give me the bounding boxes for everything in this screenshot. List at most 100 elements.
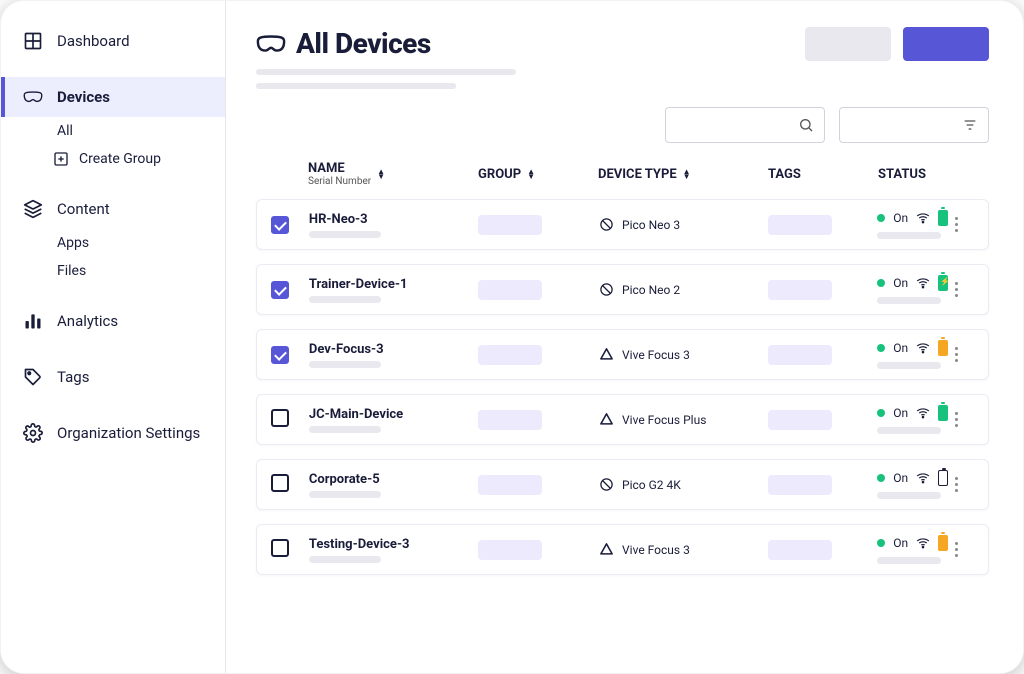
htc-brand-icon: [598, 412, 614, 428]
tag-icon: [23, 367, 43, 387]
device-rows: HR-Neo-3 Pico Neo 3 On: [256, 199, 989, 575]
battery-icon: [938, 340, 948, 356]
status-label: On: [893, 536, 908, 550]
battery-icon: [938, 210, 948, 226]
row-checkbox[interactable]: [271, 281, 289, 299]
pico-brand-icon: [598, 217, 614, 233]
nav-content-files[interactable]: Files: [1, 257, 225, 285]
row-checkbox[interactable]: [271, 539, 289, 557]
row-menu-button[interactable]: [948, 347, 964, 362]
status-dot-icon: [877, 409, 885, 417]
status-label: On: [893, 276, 908, 290]
search-input[interactable]: [665, 107, 825, 143]
device-name: Testing-Device-3: [309, 537, 479, 552]
header-actions: [805, 27, 989, 61]
group-pill: [478, 540, 542, 560]
table-row[interactable]: Testing-Device-3 Vive Focus 3 On: [256, 524, 989, 575]
serial-placeholder: [309, 556, 381, 563]
status-placeholder: [877, 297, 941, 304]
tag-pill: [768, 410, 832, 430]
primary-action-button[interactable]: [903, 27, 989, 61]
nav-content-apps[interactable]: Apps: [1, 229, 225, 257]
status-dot-icon: [877, 539, 885, 547]
th-group[interactable]: GROUP ▲▼: [478, 167, 598, 182]
device-name: JC-Main-Device: [309, 407, 479, 422]
device-type: Pico G2 4K: [622, 478, 681, 492]
status-placeholder: [877, 427, 941, 434]
headset-icon: [256, 33, 286, 55]
battery-icon: [938, 405, 948, 421]
status-dot-icon: [877, 344, 885, 352]
tag-pill: [768, 345, 832, 365]
dashboard-icon: [23, 31, 43, 51]
row-checkbox[interactable]: [271, 474, 289, 492]
battery-icon: [938, 470, 948, 486]
table-row[interactable]: Corporate-5 Pico G2 4K On: [256, 459, 989, 510]
th-device-type[interactable]: DEVICE TYPE ▲▼: [598, 167, 768, 182]
nav-dashboard[interactable]: Dashboard: [1, 21, 225, 61]
status-label: On: [893, 211, 908, 225]
device-name: HR-Neo-3: [309, 212, 479, 227]
secondary-action-button[interactable]: [805, 27, 891, 61]
device-name: Corporate-5: [309, 472, 479, 487]
table-row[interactable]: Dev-Focus-3 Vive Focus 3 On: [256, 329, 989, 380]
status-placeholder: [877, 362, 941, 369]
nav-content[interactable]: Content: [1, 189, 225, 229]
wifi-icon: [916, 406, 930, 420]
nav-devices[interactable]: Devices: [1, 77, 225, 117]
table-row[interactable]: JC-Main-Device Vive Focus Plus On: [256, 394, 989, 445]
sort-icon: ▲▼: [683, 169, 691, 179]
filter-dropdown[interactable]: [839, 107, 989, 143]
main-content: All Devices: [226, 1, 1023, 673]
row-menu-button[interactable]: [948, 412, 964, 427]
headset-icon: [23, 87, 43, 107]
serial-placeholder: [309, 296, 381, 303]
table-row[interactable]: Trainer-Device-1 Pico Neo 2 On ⚡: [256, 264, 989, 315]
nav-create-group[interactable]: Create Group: [1, 145, 225, 173]
row-checkbox[interactable]: [271, 409, 289, 427]
serial-placeholder: [309, 231, 381, 238]
battery-icon: ⚡: [938, 275, 948, 291]
nav-devices-label: Devices: [57, 88, 110, 106]
status-dot-icon: [877, 279, 885, 287]
th-status: STATUS: [878, 167, 949, 182]
tag-pill: [768, 475, 832, 495]
th-name[interactable]: NAME Serial Number ▲▼: [308, 161, 478, 187]
nav-analytics-label: Analytics: [57, 312, 118, 330]
page-title: All Devices: [296, 27, 431, 60]
wifi-icon: [916, 341, 930, 355]
table-row[interactable]: HR-Neo-3 Pico Neo 3 On: [256, 199, 989, 250]
page-title-row: All Devices: [256, 27, 431, 60]
device-type: Vive Focus 3: [622, 348, 690, 362]
device-type: Vive Focus Plus: [622, 413, 706, 427]
nav-tags-label: Tags: [57, 368, 89, 386]
row-menu-button[interactable]: [948, 477, 964, 492]
status-label: On: [893, 406, 908, 420]
nav-tags[interactable]: Tags: [1, 357, 225, 397]
nav-org-settings[interactable]: Organization Settings: [1, 413, 225, 453]
row-menu-button[interactable]: [948, 282, 964, 297]
group-pill: [478, 215, 542, 235]
group-pill: [478, 345, 542, 365]
row-checkbox[interactable]: [271, 216, 289, 234]
row-menu-button[interactable]: [948, 217, 964, 232]
nav-analytics[interactable]: Analytics: [1, 301, 225, 341]
group-pill: [478, 280, 542, 300]
status-placeholder: [877, 492, 941, 499]
device-name: Dev-Focus-3: [309, 342, 479, 357]
tag-pill: [768, 280, 832, 300]
wifi-icon: [916, 471, 930, 485]
row-checkbox[interactable]: [271, 346, 289, 364]
wifi-icon: [916, 211, 930, 225]
nav-org-settings-label: Organization Settings: [57, 424, 200, 442]
sidebar: Dashboard Devices All Create Group Conte…: [1, 1, 226, 673]
nav-content-label: Content: [57, 200, 110, 218]
device-type: Vive Focus 3: [622, 543, 690, 557]
group-pill: [478, 410, 542, 430]
battery-icon: [938, 535, 948, 551]
device-type: Pico Neo 3: [622, 218, 680, 232]
nav-devices-all[interactable]: All: [1, 117, 225, 145]
row-menu-button[interactable]: [948, 542, 964, 557]
device-type: Pico Neo 2: [622, 283, 680, 297]
status-dot-icon: [877, 474, 885, 482]
